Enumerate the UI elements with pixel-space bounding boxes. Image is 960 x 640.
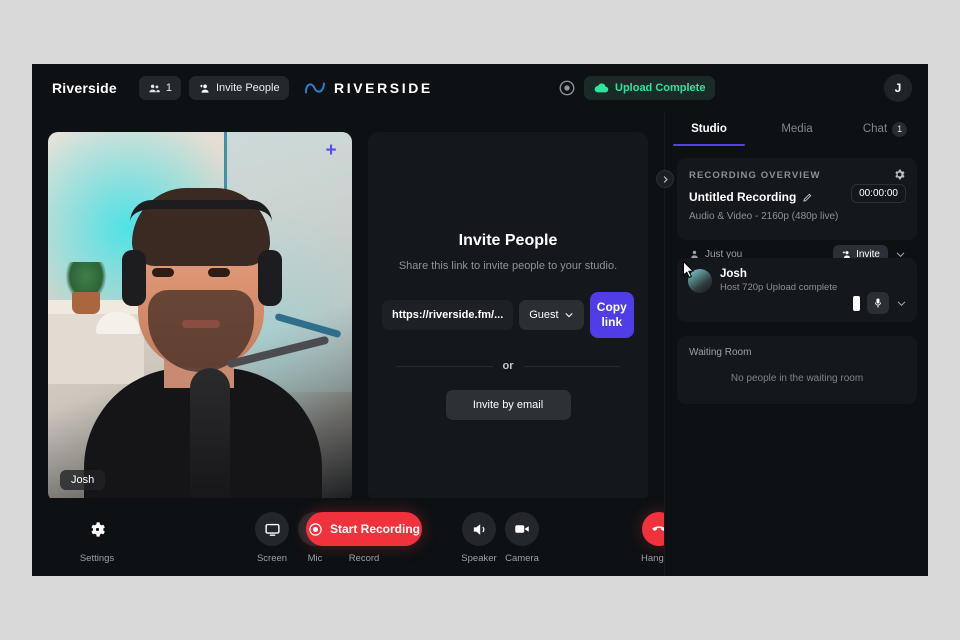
chevron-down-icon[interactable] — [896, 298, 907, 309]
invite-people-panel: Invite People Share this link to invite … — [368, 132, 648, 502]
right-sidebar: Studio Media Chat 1 RECORDING OVERVIEW U… — [656, 112, 928, 576]
settings-label: Settings — [79, 553, 115, 564]
divider-left — [396, 365, 493, 367]
invite-people-label: Invite People — [215, 82, 280, 94]
video-subject — [78, 172, 342, 502]
logo-wordmark: RIVERSIDE — [334, 80, 433, 96]
start-recording-button[interactable]: Start Recording — [306, 512, 422, 546]
chevron-right-icon — [661, 175, 670, 184]
people-icon — [148, 82, 161, 95]
sidebar-tabs: Studio Media Chat 1 — [665, 112, 928, 146]
gear-icon[interactable] — [893, 168, 906, 181]
camera-label: Camera — [505, 553, 539, 564]
header-avatar[interactable]: J — [884, 74, 912, 102]
studio-microphone — [190, 368, 230, 500]
invite-role-value: Guest — [529, 309, 559, 321]
invite-panel-title: Invite People — [458, 232, 558, 249]
upload-status-label: Upload Complete — [615, 82, 706, 94]
record-circle-icon — [308, 522, 323, 537]
riverside-wave-icon — [304, 79, 326, 97]
chevron-down-icon — [564, 310, 574, 320]
invite-panel-subtitle: Share this link to invite people to your… — [398, 260, 618, 272]
tab-chat-badge: 1 — [892, 121, 908, 137]
start-recording-label: Start Recording — [329, 522, 420, 536]
invite-link-input[interactable]: https://riverside.fm/... — [382, 300, 514, 330]
settings-control[interactable]: Settings — [64, 512, 130, 564]
subject-mouth — [182, 320, 220, 328]
microphone-icon — [872, 297, 884, 309]
participant-header: Josh Host 720p Upload complete — [688, 268, 906, 293]
video-camera-icon — [505, 512, 539, 546]
tab-studio-label: Studio — [691, 123, 727, 135]
header-avatar-initial: J — [894, 81, 902, 95]
audio-level-icon — [853, 295, 860, 311]
headphone-cup-right — [258, 250, 282, 306]
recording-overview-title: RECORDING OVERVIEW — [689, 170, 821, 181]
sidebar-collapse-button[interactable] — [656, 170, 674, 188]
app-header: Riverside 1 Invite People RIVERSIDE Uplo… — [32, 64, 928, 112]
cloud-upload-icon — [594, 82, 609, 94]
subject-eye-right — [208, 268, 230, 277]
tab-studio[interactable]: Studio — [665, 112, 753, 146]
participant-name: Josh — [720, 268, 747, 280]
divider-right — [523, 365, 620, 367]
participant-text: Josh Host 720p Upload complete — [720, 268, 837, 293]
camera-control[interactable]: Camera — [489, 512, 555, 564]
riverside-app-window: Riverside 1 Invite People RIVERSIDE Uplo… — [32, 64, 928, 576]
record-indicator-button[interactable] — [558, 79, 576, 97]
headphone-cup-left — [122, 250, 146, 306]
upload-status-pill[interactable]: Upload Complete — [584, 76, 716, 100]
copy-link-button[interactable]: Copy link — [589, 292, 634, 338]
participant-controls — [853, 292, 907, 314]
mouse-cursor — [682, 260, 695, 284]
brand-name: Riverside — [52, 80, 117, 96]
headphone-band — [130, 200, 272, 222]
record-control[interactable]: Start Recording Record — [306, 512, 422, 564]
pencil-icon[interactable] — [802, 192, 813, 203]
bottom-control-bar: Settings Screen Mic Start Recording Reco… — [32, 498, 677, 576]
record-label: Record — [348, 553, 380, 564]
recording-quality: Audio & Video - 2160p (480p live) — [689, 211, 839, 222]
tab-chat-label: Chat — [862, 123, 888, 135]
recording-timer: 00:00:00 — [851, 184, 906, 203]
tab-media-label: Media — [781, 123, 813, 135]
tab-media[interactable]: Media — [753, 112, 841, 146]
people-count-pill[interactable]: 1 — [138, 76, 181, 100]
riverside-logo: RIVERSIDE — [304, 79, 433, 97]
invite-role-select[interactable]: Guest — [519, 300, 584, 330]
people-count-label: 1 — [165, 82, 172, 94]
person-add-icon — [198, 82, 211, 95]
invite-by-email-button[interactable]: Invite by email — [445, 390, 571, 420]
waiting-room-card: Waiting Room No people in the waiting ro… — [677, 336, 917, 404]
recording-overview-card: RECORDING OVERVIEW Untitled Recording 00… — [677, 158, 917, 264]
tab-chat[interactable]: Chat 1 — [841, 112, 928, 146]
plus-icon[interactable]: + — [322, 141, 340, 160]
invite-or-divider: or — [396, 360, 620, 372]
invite-people-button[interactable]: Invite People — [188, 76, 289, 100]
video-tile-josh[interactable]: + Josh — [48, 132, 352, 502]
participant-meta: Host 720p Upload complete — [720, 282, 838, 293]
participant-card-josh[interactable]: Josh Host 720p Upload complete — [677, 258, 917, 322]
video-name-badge: Josh — [60, 470, 106, 490]
subject-eye-left — [152, 268, 174, 277]
participant-mic-button[interactable] — [867, 292, 889, 314]
gear-icon — [80, 512, 114, 546]
waiting-room-empty-message: No people in the waiting room — [730, 373, 864, 384]
stage-area: + Josh Invite People Share this link to … — [32, 112, 664, 502]
invite-link-row: https://riverside.fm/... Guest Copy link — [382, 292, 634, 338]
invite-or-label: or — [502, 360, 514, 372]
recording-name: Untitled Recording — [689, 190, 797, 204]
waiting-room-title: Waiting Room — [689, 347, 752, 358]
